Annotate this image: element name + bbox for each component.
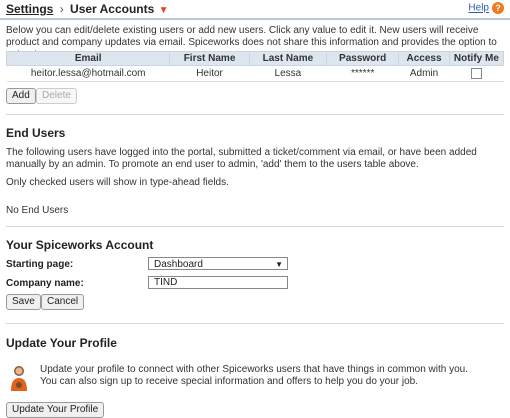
user-avatar-icon <box>11 366 27 391</box>
help-icon[interactable]: ? <box>492 2 504 14</box>
dropdown-caret-icon[interactable]: ▼ <box>159 5 169 16</box>
divider <box>6 226 504 227</box>
save-button[interactable]: Save <box>6 294 41 310</box>
company-name-label: Company name: <box>6 278 84 289</box>
users-table: Email First Name Last Name Password Acce… <box>5 51 505 82</box>
breadcrumb-current[interactable]: User Accounts <box>70 2 154 16</box>
account-title: Your Spiceworks Account <box>6 238 154 252</box>
profile-line-1: Update your profile to connect with othe… <box>40 364 468 375</box>
page-header: Settings › User Accounts ▼ Help? <box>0 0 510 20</box>
column-email[interactable]: Email <box>5 51 171 66</box>
no-end-users-text: No End Users <box>6 205 69 216</box>
user-first-name[interactable]: Heitor <box>169 65 250 82</box>
help-link[interactable]: Help? <box>468 2 504 14</box>
update-profile-button[interactable]: Update Your Profile <box>6 402 105 418</box>
starting-page-select[interactable]: Dashboard ▼ <box>148 257 288 270</box>
column-last-name[interactable]: Last Name <box>248 51 328 66</box>
user-email[interactable]: heitor.lessa@hotmail.com <box>6 65 170 82</box>
help-label[interactable]: Help <box>468 3 489 14</box>
user-last-name[interactable]: Lessa <box>249 65 327 82</box>
column-notify-me[interactable]: Notify Me <box>448 51 505 66</box>
end-users-description: The following users have logged into the… <box>6 147 477 170</box>
company-name-input[interactable]: TIND <box>148 276 288 289</box>
column-access[interactable]: Access <box>398 51 450 66</box>
user-access[interactable]: Admin <box>398 65 450 82</box>
add-user-button[interactable]: Add <box>6 88 36 104</box>
end-users-title: End Users <box>6 126 66 140</box>
users-table-header: Email First Name Last Name Password Acce… <box>5 51 505 66</box>
cancel-button[interactable]: Cancel <box>41 294 85 310</box>
delete-user-button[interactable]: Delete <box>36 88 77 104</box>
divider <box>6 323 504 324</box>
user-notify-cell <box>449 65 504 82</box>
starting-page-value: Dashboard <box>154 259 203 270</box>
chevron-down-icon[interactable]: ▼ <box>275 258 283 271</box>
column-first-name[interactable]: First Name <box>169 51 250 66</box>
end-users-note: Only checked users will show in type-ahe… <box>6 177 229 188</box>
column-password[interactable]: Password <box>326 51 400 66</box>
profile-title: Update Your Profile <box>6 336 117 350</box>
starting-page-label: Starting page: <box>6 259 74 270</box>
table-row[interactable]: heitor.lessa@hotmail.com Heitor Lessa **… <box>6 65 504 82</box>
notify-checkbox[interactable] <box>470 67 482 79</box>
profile-line-2: You can also sign up to receive special … <box>40 376 419 387</box>
user-password[interactable]: ****** <box>326 65 399 82</box>
breadcrumb: Settings › User Accounts ▼ <box>6 2 169 16</box>
breadcrumb-settings-link[interactable]: Settings <box>6 2 53 16</box>
divider <box>6 114 504 115</box>
breadcrumb-separator: › <box>59 2 64 16</box>
